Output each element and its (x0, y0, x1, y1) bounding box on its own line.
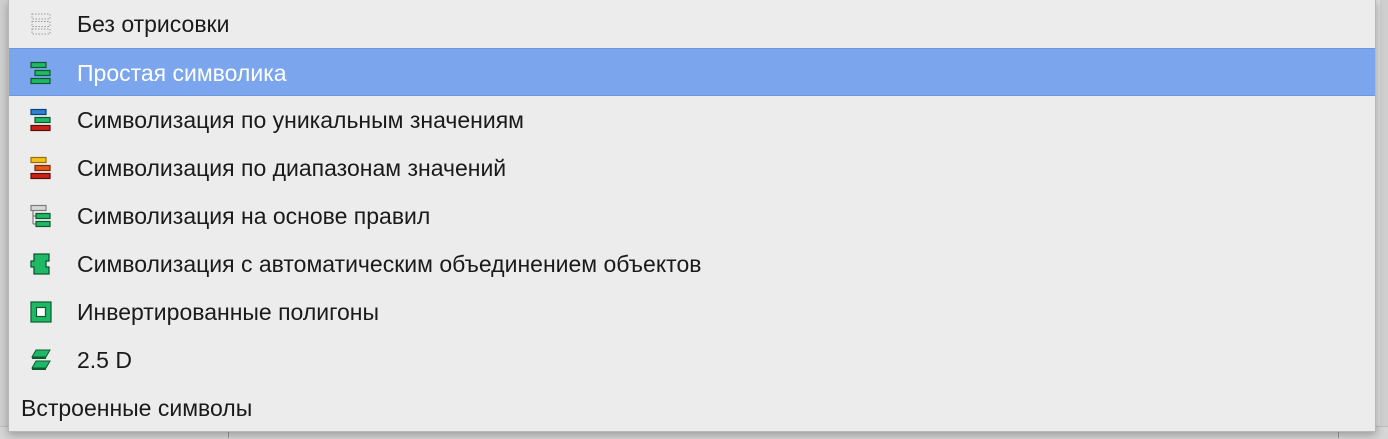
no-render-icon (29, 12, 53, 36)
menu-item-merged-features[interactable]: Символизация с автоматическим объединени… (9, 240, 1375, 288)
menu-item-label: Символизация на основе правил (77, 203, 431, 229)
menu-item-inverted-polygons[interactable]: Инвертированные полигоны (9, 288, 1375, 336)
menu-item-label: Без отрисовки (77, 11, 230, 37)
menu-item-categorized[interactable]: Символизация по уникальным значениям (9, 96, 1375, 144)
menu-item-graduated[interactable]: Символизация по диапазонам значений (9, 144, 1375, 192)
categorized-icon (29, 108, 53, 132)
right-window-edge (1380, 0, 1388, 438)
menu-item-label: Символизация с автоматическим объединени… (77, 251, 702, 277)
section-embedded-symbols[interactable]: Встроенные символы (9, 384, 1375, 432)
section-label: Встроенные символы (21, 395, 253, 421)
left-window-edge (0, 0, 8, 438)
menu-item-label: 2.5 D (77, 347, 132, 373)
menu-item-rule-based[interactable]: Символизация на основе правил (9, 192, 1375, 240)
merged-features-icon (29, 252, 53, 276)
menu-item-2-5d[interactable]: 2.5 D (9, 336, 1375, 384)
menu-item-no-symbols[interactable]: Без отрисовки (9, 0, 1375, 48)
menu-item-label: Простая символика (77, 60, 287, 86)
menu-item-label: Инвертированные полигоны (77, 299, 380, 325)
rule-based-icon (29, 204, 53, 228)
menu-item-label: Символизация по диапазонам значений (77, 155, 507, 181)
inverted-polygons-icon (29, 300, 53, 324)
menu-item-label: Символизация по уникальным значениям (77, 107, 524, 133)
menu-item-single-symbol[interactable]: Простая символика (9, 48, 1375, 96)
single-symbol-icon (29, 61, 53, 85)
renderer-dropdown-menu: Без отрисовки Простая символика Символиз… (8, 0, 1376, 432)
graduated-icon (29, 156, 53, 180)
two-point-five-d-icon (29, 348, 53, 372)
